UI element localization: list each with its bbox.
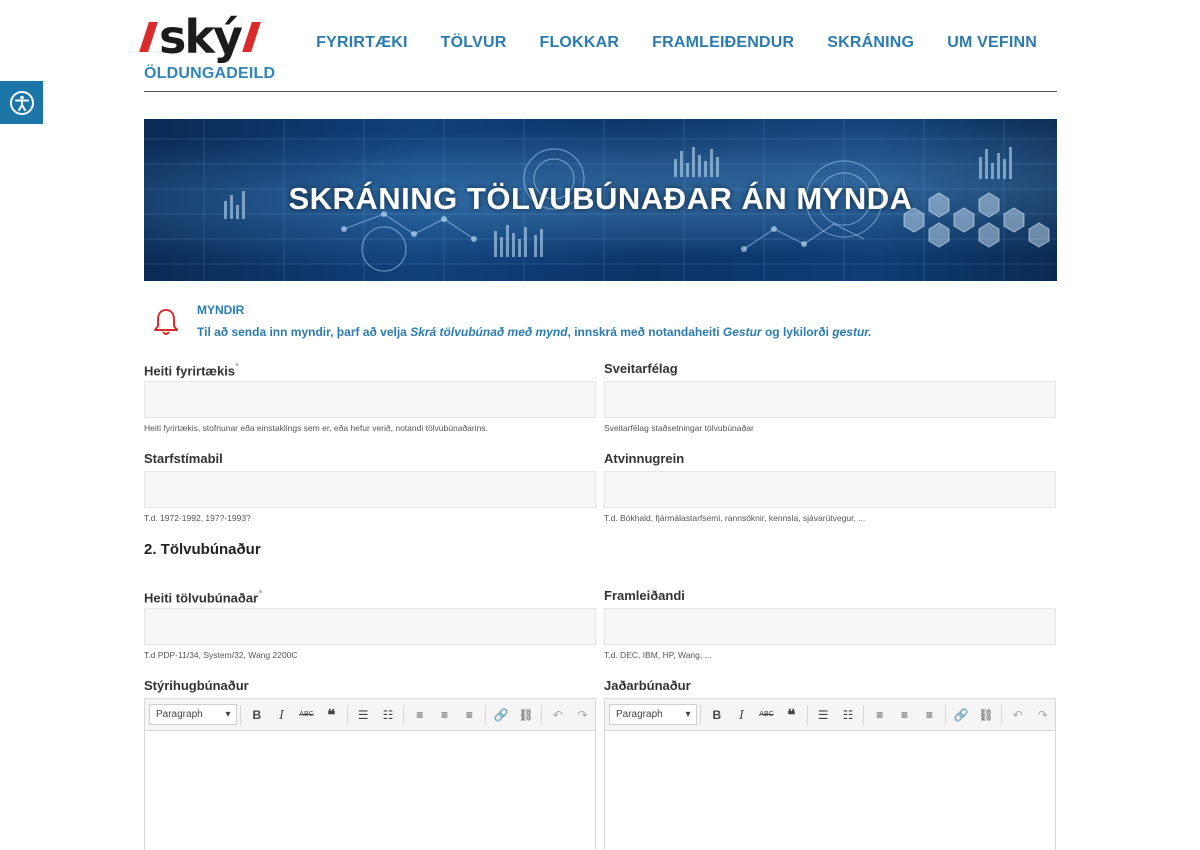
nav-item-skraning[interactable]: SKRÁNING	[827, 34, 914, 52]
strikethrough-icon[interactable]: ABC	[294, 711, 319, 718]
logo-slash-left	[139, 22, 158, 52]
company-input[interactable]	[144, 381, 596, 418]
industry-label: Atvinnugrein	[604, 451, 685, 466]
company-help: Heiti fyrirtækis, stofnunar eða einstakl…	[144, 423, 488, 433]
equipment-help: T.d PDP-11/34, System/32, Wang 2200C	[144, 650, 298, 660]
redo-icon[interactable]: ↷	[1030, 708, 1055, 722]
logo-slash-right	[242, 22, 261, 52]
period-input[interactable]	[144, 471, 596, 508]
strikethrough-icon[interactable]: ABC	[754, 711, 779, 718]
align-left-icon[interactable]: ≡	[407, 708, 432, 722]
equipment-label: Heiti tölvubúnaðar*	[144, 588, 263, 606]
bullet-list-icon[interactable]: ☰	[351, 708, 376, 722]
undo-icon[interactable]: ↶	[545, 708, 570, 722]
os-editor: Paragraph ▾ B I ABC ❝ ☰ ☷ ≡ ≡ ≡ 🔗 ⛓ ↶ ↷	[144, 698, 596, 850]
period-label: Starfstímabil	[144, 451, 223, 466]
align-right-icon[interactable]: ≡	[457, 708, 482, 722]
section-heading: 2. Tölvubúnaður	[144, 541, 261, 558]
numbered-list-icon[interactable]: ☷	[376, 708, 401, 722]
industry-help: T.d. Bókhald, fjármálastarfsemi, rannsók…	[604, 513, 866, 523]
link-icon[interactable]: 🔗	[489, 708, 514, 722]
page-container: ský ÖLDUNGADEILD FYRIRTÆKI TÖLVUR FLOKKA…	[139, 0, 1057, 850]
link-icon[interactable]: 🔗	[949, 708, 974, 722]
italic-icon[interactable]: I	[729, 708, 754, 722]
main-nav: FYRIRTÆKI TÖLVUR FLOKKAR FRAMLEIÐENDUR S…	[316, 34, 1037, 52]
bold-icon[interactable]: B	[244, 708, 269, 722]
company-label: Heiti fyrirtækis*	[144, 361, 240, 379]
os-label: Stýrihugbúnaður	[144, 678, 249, 693]
caret-down-icon: ▾	[685, 709, 691, 720]
format-select[interactable]: Paragraph ▾	[609, 704, 698, 725]
blockquote-icon[interactable]: ❝	[779, 706, 804, 724]
form-section-1: Heiti fyrirtækis* Heiti fyrirtækis, stof…	[144, 361, 1057, 524]
bullet-list-icon[interactable]: ☰	[811, 708, 836, 722]
nav-item-flokkar[interactable]: FLOKKAR	[539, 34, 619, 52]
peripherals-editor: Paragraph ▾ B I ABC ❝ ☰ ☷ ≡ ≡ ≡ 🔗 ⛓ ↶ ↷	[604, 698, 1056, 850]
nav-item-tolvur[interactable]: TÖLVUR	[441, 34, 507, 52]
manufacturer-help: T.d. DEC, IBM, HP, Wang, ...	[604, 650, 712, 660]
bold-icon[interactable]: B	[704, 708, 729, 722]
undo-icon[interactable]: ↶	[1005, 708, 1030, 722]
logo-word: ský	[159, 10, 243, 64]
nav-item-framleidendur[interactable]: FRAMLEIÐENDUR	[652, 34, 794, 52]
form-section-2: Heiti tölvubúnaðar* T.d PDP-11/34, Syste…	[144, 588, 1057, 850]
unlink-icon[interactable]: ⛓	[974, 708, 999, 722]
editor-toolbar: Paragraph ▾ B I ABC ❝ ☰ ☷ ≡ ≡ ≡ 🔗 ⛓ ↶ ↷	[605, 699, 1055, 731]
accessibility-icon	[9, 90, 34, 115]
accessibility-button[interactable]	[0, 81, 43, 124]
industry-input[interactable]	[604, 471, 1056, 508]
nav-item-um-vefinn[interactable]: UM VEFINN	[947, 34, 1037, 52]
redo-icon[interactable]: ↷	[570, 708, 595, 722]
peripherals-label: Jaðarbúnaður	[604, 678, 691, 693]
notice-text: Til að senda inn myndir, þarf að velja S…	[197, 325, 872, 339]
bell-icon	[154, 309, 178, 335]
numbered-list-icon[interactable]: ☷	[836, 708, 861, 722]
manufacturer-label: Framleiðandi	[604, 588, 685, 603]
align-right-icon[interactable]: ≡	[917, 708, 942, 722]
align-center-icon[interactable]: ≡	[892, 708, 917, 722]
notice-title: MYNDIR	[197, 303, 245, 317]
municipality-help: Sveitarfélag staðsetningar tölvubúnaðar	[604, 423, 754, 433]
manufacturer-input[interactable]	[604, 608, 1056, 645]
nav-item-fyrirtaeki[interactable]: FYRIRTÆKI	[316, 34, 408, 52]
align-center-icon[interactable]: ≡	[432, 708, 457, 722]
caret-down-icon: ▾	[225, 709, 231, 720]
page-banner: SKRÁNING TÖLVUBÚNAÐAR ÁN MYNDA	[144, 119, 1057, 281]
period-help: T.d. 1972-1992, 197?-1993?	[144, 513, 251, 523]
site-logo[interactable]: ský ÖLDUNGADEILD	[139, 10, 279, 83]
equipment-input[interactable]	[144, 608, 596, 645]
logo-subtitle: ÖLDUNGADEILD	[144, 65, 276, 82]
municipality-input[interactable]	[604, 381, 1056, 418]
italic-icon[interactable]: I	[269, 708, 294, 722]
notice-box: MYNDIR Til að senda inn myndir, þarf að …	[144, 303, 1057, 353]
site-header: ský ÖLDUNGADEILD FYRIRTÆKI TÖLVUR FLOKKA…	[139, 0, 1057, 92]
format-select[interactable]: Paragraph ▾	[149, 704, 238, 725]
banner-title: SKRÁNING TÖLVUBÚNAÐAR ÁN MYNDA	[288, 181, 913, 216]
align-left-icon[interactable]: ≡	[867, 708, 892, 722]
blockquote-icon[interactable]: ❝	[319, 706, 344, 724]
unlink-icon[interactable]: ⛓	[514, 708, 539, 722]
editor-toolbar: Paragraph ▾ B I ABC ❝ ☰ ☷ ≡ ≡ ≡ 🔗 ⛓ ↶ ↷	[145, 699, 595, 731]
municipality-label: Sveitarfélag	[604, 361, 678, 376]
